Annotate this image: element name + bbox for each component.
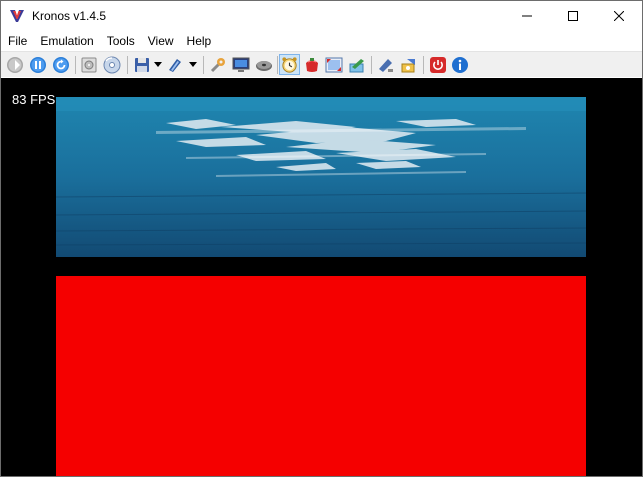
fullscreen-button[interactable] (324, 55, 344, 75)
toolbar (1, 51, 642, 77)
open-iso-icon (81, 57, 97, 73)
cd-drive-icon (256, 61, 272, 71)
run-button[interactable] (5, 55, 25, 75)
about-button[interactable] (450, 55, 470, 75)
vdp-viewer-icon (232, 57, 250, 72)
menu-file[interactable]: File (1, 31, 33, 51)
toolbar-separator (371, 56, 372, 74)
maximize-button[interactable] (550, 1, 596, 31)
load-state-dropdown-icon[interactable] (189, 62, 197, 67)
kronos-logo-icon (9, 8, 25, 24)
toolbar-separator (423, 56, 424, 74)
screenshot-icon (306, 58, 318, 72)
maximize-icon (568, 11, 578, 21)
debug-icon (401, 59, 415, 73)
close-icon (614, 11, 624, 21)
open-iso-button[interactable] (79, 55, 99, 75)
open-cd-button[interactable] (102, 55, 122, 75)
menu-help[interactable]: Help (180, 31, 218, 51)
toolbar-separator (75, 56, 76, 74)
script-button[interactable] (376, 55, 396, 75)
menu-view[interactable]: View (141, 31, 180, 51)
script-icon (379, 59, 393, 72)
vdp-viewer-button[interactable] (231, 55, 251, 75)
load-state-icon (169, 59, 181, 72)
about-icon (452, 57, 468, 73)
debug-button[interactable] (399, 55, 419, 75)
memory-editor-icon (349, 59, 364, 73)
frame-limit-button[interactable] (279, 54, 300, 75)
memory-editor-button[interactable] (347, 55, 367, 75)
pause-icon (30, 57, 46, 73)
menu-tools[interactable]: Tools (100, 31, 141, 51)
open-cd-icon (103, 56, 121, 74)
minimize-icon (522, 15, 532, 17)
run-icon (7, 57, 23, 73)
settings-button[interactable] (208, 55, 228, 75)
menu-emulation[interactable]: Emulation (33, 31, 99, 51)
reset-button[interactable] (51, 55, 71, 75)
close-button[interactable] (596, 1, 642, 31)
toolbar-separator (277, 56, 278, 74)
save-state-button[interactable] (132, 55, 152, 75)
toolbar-separator (203, 56, 204, 74)
menu-bar: File Emulation Tools View Help (1, 31, 642, 51)
save-state-icon (135, 58, 149, 72)
toolbar-separator (127, 56, 128, 74)
bottom-screen (56, 276, 586, 476)
fullscreen-icon (325, 57, 343, 73)
top-screen (56, 97, 586, 257)
minimize-button[interactable] (504, 1, 550, 31)
power-button[interactable] (428, 55, 448, 75)
emulator-window: Kronos v1.4.5 File Emulation Tools View … (0, 0, 643, 477)
settings-icon (210, 58, 225, 73)
title-bar[interactable]: Kronos v1.4.5 (1, 1, 642, 31)
reset-icon (53, 57, 69, 73)
emulator-display[interactable]: 83 FPS (1, 78, 642, 476)
window-title: Kronos v1.4.5 (32, 9, 107, 23)
power-icon (430, 57, 446, 73)
load-state-button[interactable] (165, 55, 185, 75)
save-state-dropdown-icon[interactable] (154, 62, 162, 67)
top-screen-scene (56, 97, 586, 257)
fps-counter: 83 FPS (12, 92, 56, 107)
frame-limit-icon (282, 57, 297, 73)
screenshot-button[interactable] (302, 55, 322, 75)
pause-button[interactable] (28, 55, 48, 75)
cd-drive-button[interactable] (254, 55, 274, 75)
